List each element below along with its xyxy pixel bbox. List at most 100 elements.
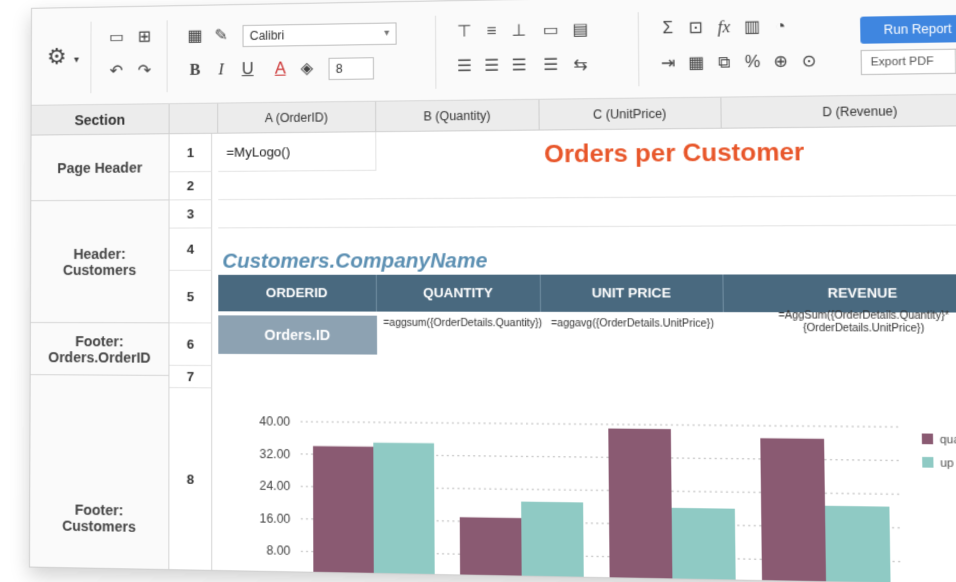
gear-icon[interactable]: ⚙	[46, 44, 68, 69]
toolbar-group-settings: ⚙ ▾	[31, 21, 92, 94]
row-number-column-header	[169, 103, 219, 135]
table-header-quantity[interactable]: QUANTITY	[376, 274, 542, 312]
insert-icon[interactable]: ⊞	[133, 26, 155, 48]
align-center-icon[interactable]: ☰	[480, 55, 503, 78]
bar-up	[373, 442, 435, 582]
bar-quant	[608, 428, 673, 582]
table-header-orderid[interactable]: ORDERID	[218, 274, 377, 312]
company-name-cell[interactable]: Customers.CompanyName	[222, 250, 487, 274]
toolbar-group-file: ▭ ⊞ ↶ ↷	[93, 20, 168, 94]
row-number[interactable]: 1	[169, 133, 213, 173]
legend-label-quant: quant	[940, 434, 956, 447]
cell-row2[interactable]	[218, 166, 956, 201]
report-designer-window: ⚙ ▾ ▭ ⊞ ↶ ↷ ▦ ✎ Calibri ▾ B I U A ◈ 8 ⊤ …	[28, 0, 956, 582]
map-icon[interactable]: ⊙	[797, 51, 821, 74]
indent-icon[interactable]: ⇥	[656, 53, 680, 76]
bar-chart[interactable]: 40.00 32.00 24.00 16.00 8.00 0.00 quant up	[218, 388, 956, 582]
justify-icon[interactable]: ☰	[539, 54, 562, 77]
merge-icon[interactable]: ▭	[539, 20, 562, 43]
font-name-value: Calibri	[249, 28, 285, 43]
sum-icon[interactable]: Σ	[656, 18, 680, 41]
report-title[interactable]: Orders per Customer	[544, 138, 804, 169]
table-header-unitprice[interactable]: UNIT PRICE	[540, 274, 724, 313]
row-number[interactable]: 8	[169, 388, 213, 572]
fill-color-icon[interactable]: ◈	[296, 58, 319, 80]
percent-icon[interactable]: %	[740, 51, 764, 74]
toolbar-group-format: ▦ ✎ Calibri ▾ B I U A ◈ 8	[169, 15, 437, 93]
align-right-icon[interactable]: ☰	[508, 55, 531, 78]
formula-revenue[interactable]: =AggSum({OrderDetails.Quantity}*{OrderDe…	[730, 310, 956, 336]
chart-icon[interactable]: ▥	[740, 16, 764, 39]
export-label: Export PDF	[870, 55, 934, 69]
font-name-select[interactable]: Calibri ▾	[242, 22, 397, 48]
column-header-a[interactable]: A (OrderID)	[218, 101, 377, 134]
subreport-icon[interactable]: ⧉	[712, 52, 736, 75]
image-icon[interactable]: ⊡	[684, 17, 708, 40]
legend-label-up: up	[940, 457, 954, 470]
row-number[interactable]: 2	[169, 172, 213, 201]
row-number[interactable]: 3	[169, 200, 213, 229]
y-tick-label: 32.00	[259, 446, 290, 461]
redo-icon[interactable]: ↷	[133, 60, 155, 82]
underline-icon[interactable]: U	[236, 59, 258, 81]
bar-quant	[459, 517, 522, 582]
save-icon[interactable]: ▭	[105, 27, 127, 49]
column-header-c[interactable]: C (UnitPrice)	[539, 97, 722, 131]
font-color-icon[interactable]: A	[269, 58, 292, 80]
brush-icon[interactable]: ✎	[210, 25, 232, 47]
cell-a1[interactable]: =MyLogo()	[218, 132, 377, 172]
barcode-icon[interactable]: ▦	[684, 52, 708, 75]
grid-line	[301, 422, 902, 427]
align-left-icon[interactable]: ☰	[453, 56, 476, 79]
undo-icon[interactable]: ↶	[105, 61, 127, 83]
row-number[interactable]: 5	[169, 270, 213, 324]
chevron-down-icon: ▾	[384, 27, 390, 39]
bold-icon[interactable]: B	[184, 60, 206, 82]
y-tick-label: 40.00	[259, 414, 290, 429]
chevron-down-icon[interactable]: ▾	[66, 49, 88, 71]
border-icon[interactable]: ▦	[184, 26, 206, 48]
row-number[interactable]: 6	[169, 323, 213, 367]
toolbar-group-insert: Σ ⊡ fx ▥ ◔ ⇥ ▦ ⧉ % ⊕ ⊙	[641, 9, 848, 87]
orders-id-cell[interactable]: Orders.ID	[218, 315, 378, 355]
run-report-button[interactable]: Run Report	[860, 14, 956, 44]
gauge-icon[interactable]: ◔	[768, 16, 792, 39]
bar-quant	[760, 438, 827, 582]
table-icon[interactable]: ▤	[569, 19, 593, 42]
align-middle-icon[interactable]: ≡	[480, 21, 503, 44]
row-number[interactable]: 7	[169, 365, 213, 389]
column-header-d[interactable]: D (Revenue)	[721, 94, 956, 129]
section-footer-customers[interactable]: Footer: Customers	[29, 375, 170, 572]
y-tick-label: 24.00	[259, 479, 290, 494]
bar-up	[521, 501, 584, 582]
wrap-icon[interactable]: ⇆	[569, 54, 593, 77]
legend-swatch-up	[922, 456, 934, 468]
bar-up	[824, 505, 891, 582]
y-tick-label: 0.00	[266, 576, 291, 582]
column-header-b[interactable]: B (Quantity)	[376, 99, 540, 133]
globe-icon[interactable]: ⊕	[769, 51, 793, 74]
formula-icon[interactable]: fx	[712, 17, 736, 40]
export-dropdown[interactable]: Export PDF ▼	[860, 48, 956, 76]
app-stage: ⚙ ▾ ▭ ⊞ ↶ ↷ ▦ ✎ Calibri ▾ B I U A ◈ 8 ⊤ …	[0, 0, 956, 582]
formula-unitprice[interactable]: =aggavg({OrderDetails.UnitPrice})	[545, 318, 719, 331]
italic-icon[interactable]: I	[210, 59, 232, 81]
toolbar: ⚙ ▾ ▭ ⊞ ↶ ↷ ▦ ✎ Calibri ▾ B I U A ◈ 8 ⊤ …	[31, 0, 956, 106]
font-size-input[interactable]: 8	[328, 57, 374, 81]
section-footer-orders[interactable]: Footer: Orders.OrderID	[30, 323, 170, 376]
y-tick-label: 8.00	[266, 544, 291, 559]
report-grid: Section A (OrderID) B (Quantity) C (Unit…	[29, 94, 956, 582]
section-page-header[interactable]: Page Header	[31, 134, 170, 202]
font-size-value: 8	[335, 61, 343, 76]
table-header-revenue[interactable]: REVENUE	[723, 274, 956, 313]
y-tick-label: 16.00	[259, 511, 290, 526]
row-number[interactable]: 4	[169, 228, 213, 271]
legend-swatch-quant	[921, 433, 934, 445]
align-top-icon[interactable]: ⊤	[453, 21, 476, 44]
align-bottom-icon[interactable]: ⊥	[507, 20, 530, 43]
section-header-customers[interactable]: Header: Customers	[30, 200, 170, 324]
bar-up	[671, 507, 736, 582]
cell-row3[interactable]	[218, 195, 956, 229]
bar-quant	[313, 446, 374, 582]
formula-quantity[interactable]: =aggsum({OrderDetails.Quantity})	[383, 318, 542, 331]
